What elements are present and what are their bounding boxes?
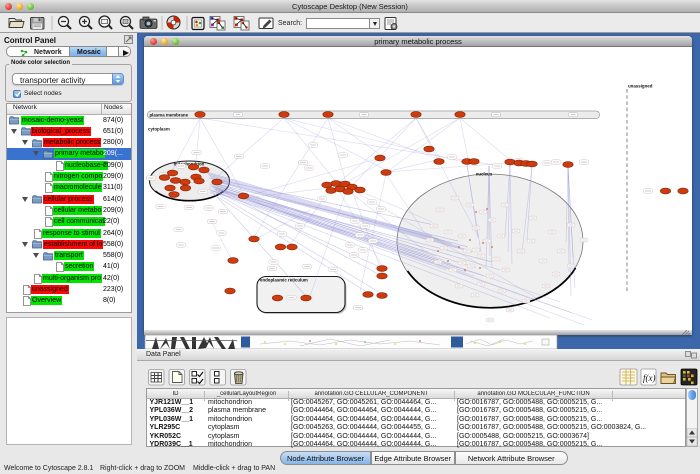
svg-text:unassigned: unassigned xyxy=(628,84,653,89)
svg-text:endoplasmic reticulum: endoplasmic reticulum xyxy=(260,278,308,283)
svg-text:cytoplasm: cytoplasm xyxy=(148,127,170,132)
svg-text:f(x): f(x) xyxy=(643,373,656,383)
svg-text:nucleus: nucleus xyxy=(476,172,493,177)
svg-text:plasma membrane: plasma membrane xyxy=(150,113,189,118)
